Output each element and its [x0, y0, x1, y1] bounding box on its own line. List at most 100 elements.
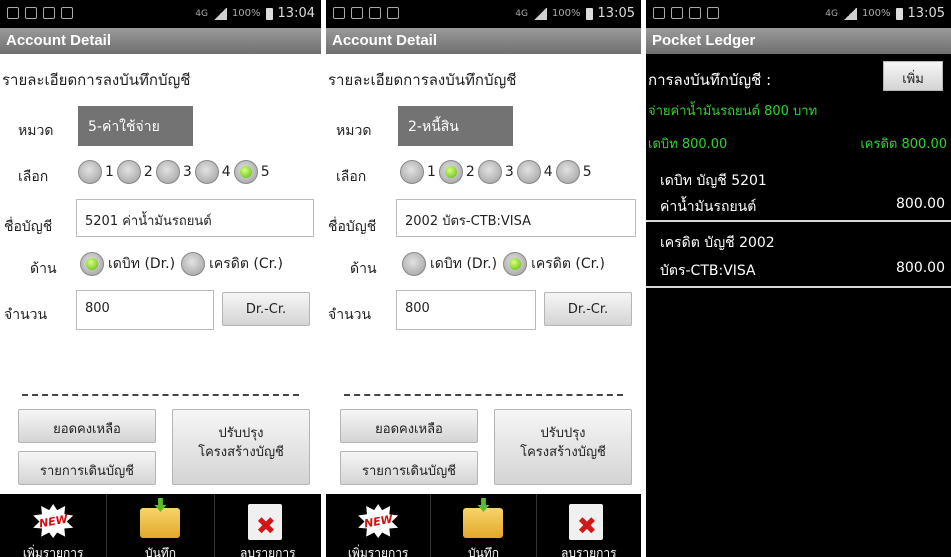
delete-entry-button[interactable]: ลบรายการ [215, 494, 321, 557]
folder-save-icon [140, 508, 181, 538]
drcr-button[interactable]: Dr.-Cr. [222, 292, 310, 326]
delete-entry-button[interactable]: ลบรายการ [537, 494, 641, 557]
adjust-button-line2: โครงสร้างบัญชี [198, 445, 284, 460]
save-label: บันทึก [144, 546, 176, 557]
mail-icon [387, 7, 399, 19]
radio-5[interactable] [555, 160, 580, 184]
credit-radio[interactable] [503, 252, 528, 276]
phone-screen-account-detail-expense: 4G 100% 13:04 Account Detail รายละเอียดก… [0, 0, 321, 557]
mail-icon [351, 7, 363, 19]
status-bar: 4G 100% 13:04 [0, 0, 321, 28]
phone-screen-pocket-ledger: 4G 100% 13:05 Pocket Ledger การลงบันทึกบ… [646, 0, 951, 557]
radio-3-label: 3 [182, 164, 192, 180]
debit-radio[interactable] [80, 252, 104, 276]
download-icon [689, 7, 701, 19]
add-entry-label: เพิ่มรายการ [22, 546, 84, 557]
radio-4-label: 4 [543, 164, 553, 180]
category-radio-group: 1 2 3 4 5 [400, 160, 595, 184]
bottom-toolbar: NEW เพิ่มรายการ บันทึก ลบรายการ [0, 494, 321, 557]
mail-icon [61, 7, 73, 19]
signal-icon [842, 7, 857, 20]
balance-button[interactable]: ยอดคงเหลือ [18, 409, 156, 443]
delete-entry-label: ลบรายการ [560, 546, 617, 557]
debit-entry-name: ค่าน้ำมันรถยนต์ [660, 199, 757, 215]
adjust-structure-button[interactable]: ปรับปรุง โครงสร้างบัญชี [494, 409, 632, 485]
add-button[interactable]: เพิ่ม [883, 61, 943, 91]
app-title: Pocket Ledger [646, 28, 951, 54]
clock: 13:04 [277, 6, 315, 21]
save-button[interactable]: บันทึก [107, 494, 215, 557]
account-name-field[interactable]: 2002 บัตร-CTB:VISA [396, 199, 636, 237]
radio-1-label: 1 [105, 164, 114, 180]
category-selector[interactable]: 2-หนี้สิน [398, 106, 513, 146]
credit-label: เครดิต (Cr.) [209, 256, 284, 272]
clock: 13:05 [597, 6, 635, 21]
radio-5-label: 5 [260, 164, 270, 180]
radio-3[interactable] [155, 160, 180, 184]
mail-icon [671, 7, 683, 19]
category-label: หมวด [18, 123, 54, 139]
radio-2-label: 2 [143, 164, 153, 180]
amount-field[interactable]: 800 [396, 290, 536, 330]
amount-field[interactable]: 800 [76, 290, 214, 330]
radio-3-label: 3 [504, 164, 514, 180]
radio-2[interactable] [438, 160, 463, 184]
account-movement-button[interactable]: รายการเดินบัญชี [18, 451, 156, 485]
notification-icon [7, 7, 19, 19]
add-entry-button[interactable]: NEW เพิ่มรายการ [326, 494, 432, 557]
radio-5[interactable] [233, 160, 258, 184]
delete-icon [247, 504, 282, 540]
side-label: ด้าน [30, 261, 57, 277]
radio-1[interactable] [78, 160, 102, 184]
add-entry-button[interactable]: NEW เพิ่มรายการ [0, 494, 108, 557]
radio-1[interactable] [400, 160, 424, 184]
category-selector[interactable]: 5-ค่าใช้จ่าย [78, 106, 193, 146]
signal-icon [532, 7, 547, 20]
account-label: ชื่อบัญชี [328, 219, 377, 235]
debit-entry-amount: 800.00 [896, 196, 945, 212]
adjust-structure-button[interactable]: ปรับปรุง โครงสร้างบัญชี [172, 409, 310, 485]
new-badge-text: NEW [37, 512, 69, 530]
account-form: รายละเอียดการลงบันทึกบัญชี หมวด 5-ค่าใช้… [0, 54, 321, 494]
side-label: ด้าน [350, 261, 377, 277]
adjust-button-line1: ปรับปรุง [540, 426, 586, 441]
battery-icon [265, 7, 273, 20]
status-bar: 4G 100% 13:05 [326, 0, 641, 28]
phone-screen-account-detail-liability: 4G 100% 13:05 Account Detail รายละเอียดก… [326, 0, 641, 557]
account-name-field[interactable]: 5201 ค่าน้ำมันรถยนต์ [76, 199, 314, 237]
side-radio-group: เดบิท (Dr.) เครดิต (Cr.) [402, 252, 611, 276]
drcr-button[interactable]: Dr.-Cr. [544, 292, 632, 326]
radio-1-label: 1 [427, 164, 436, 180]
credit-entry-account: เครดิต บัญชี 2002 [660, 235, 775, 251]
signal-icon [212, 7, 227, 20]
battery-percent: 100% [861, 8, 891, 19]
radio-4-label: 4 [221, 164, 231, 180]
battery-percent: 100% [551, 8, 581, 19]
radio-3[interactable] [477, 160, 502, 184]
new-badge-text: NEW [362, 512, 394, 530]
debit-radio[interactable] [402, 252, 426, 276]
radio-4[interactable] [194, 160, 219, 184]
balance-button[interactable]: ยอดคงเหลือ [340, 409, 478, 443]
debit-label: เดบิท (Dr.) [430, 256, 498, 272]
battery-icon [895, 7, 903, 20]
debit-total: เดบิท 800.00 [648, 137, 728, 152]
credit-label: เครดิต (Cr.) [531, 256, 606, 272]
account-movement-button[interactable]: รายการเดินบัญชี [340, 451, 478, 485]
entry-description: จ่ายค่าน้ำมันรถยนต์ 800 บาท [648, 104, 818, 119]
notification-icons [7, 7, 73, 19]
amount-label: จำนวน [4, 307, 48, 323]
battery-icon [585, 7, 593, 20]
radio-2[interactable] [116, 160, 141, 184]
bottom-toolbar: NEW เพิ่มรายการ บันทึก ลบรายการ [326, 494, 641, 557]
account-label: ชื่อบัญชี [4, 219, 53, 235]
radio-4[interactable] [516, 160, 541, 184]
credit-radio[interactable] [181, 252, 206, 276]
category-label: หมวด [336, 123, 372, 139]
radio-2-label: 2 [465, 164, 475, 180]
app-title: Account Detail [326, 28, 641, 54]
dashed-divider [344, 394, 623, 396]
credit-entry-name: บัตร-CTB:VISA [660, 263, 756, 279]
save-button[interactable]: บันทึก [431, 494, 537, 557]
clock: 13:05 [907, 6, 945, 21]
